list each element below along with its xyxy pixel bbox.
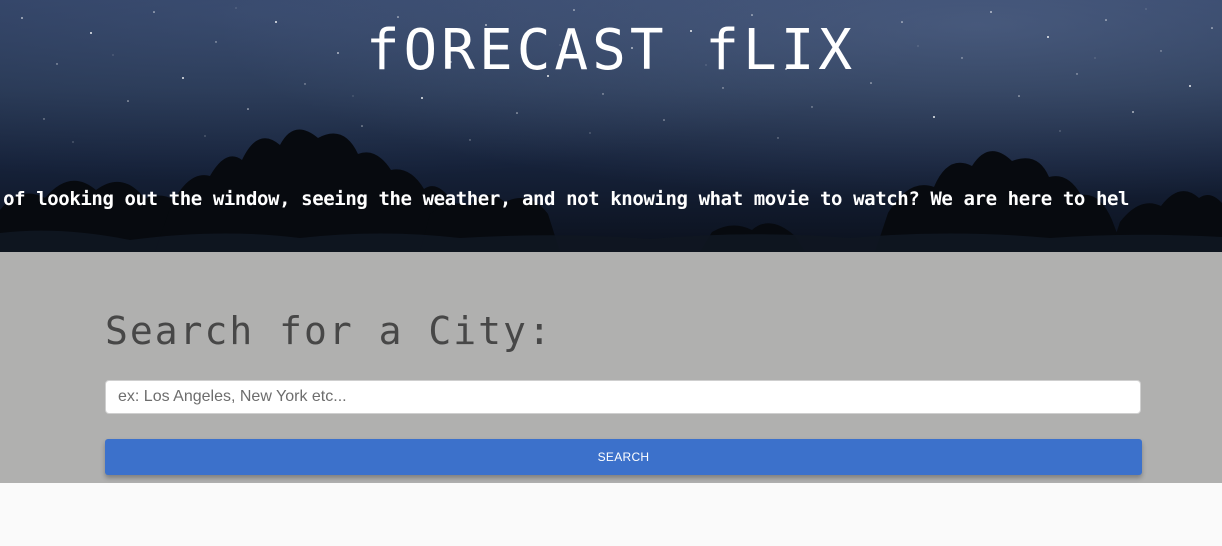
city-search-input[interactable]	[105, 380, 1141, 414]
hero-banner: fORECAST fLIX ed of looking out the wind…	[0, 0, 1222, 252]
search-heading: Search for a City:	[105, 309, 553, 353]
brand-title: fORECAST fLIX	[365, 18, 857, 83]
search-button[interactable]: SEARCH	[105, 439, 1142, 475]
search-section: Search for a City: SEARCH	[0, 252, 1222, 483]
scrolling-tagline: ed of looking out the window, seeing the…	[0, 188, 1130, 210]
